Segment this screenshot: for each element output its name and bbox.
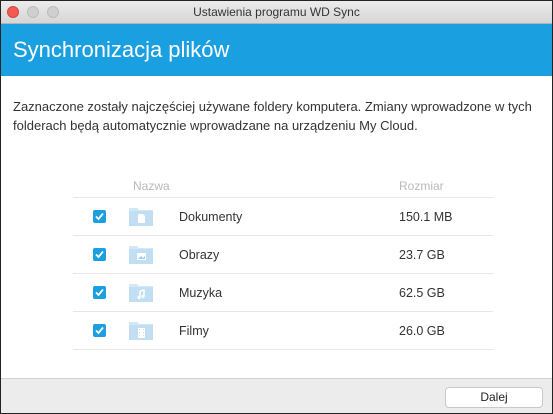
folder-checkbox[interactable]: [93, 210, 106, 223]
folder-name: Muzyka: [179, 286, 223, 300]
table-header: Nazwa Rozmiar: [73, 173, 493, 198]
intro-text: Zaznaczone zostały najczęściej używane f…: [13, 99, 532, 133]
checkmark-icon: [95, 250, 104, 259]
film-folder-icon: [129, 322, 153, 340]
folder-name: Filmy: [179, 324, 209, 338]
window-title: Ustawienia programu WD Sync: [193, 5, 360, 19]
folder-checkbox[interactable]: [93, 248, 106, 261]
folder-size: 23.7 GB: [399, 248, 445, 262]
document-folder-icon: [129, 208, 153, 226]
header-band: Synchronizacja plików: [1, 24, 552, 76]
folder-name: Obrazy: [179, 248, 220, 262]
page-title: Synchronizacja plików: [13, 37, 230, 62]
folder-checkbox[interactable]: [93, 286, 106, 299]
next-button[interactable]: Dalej: [445, 387, 543, 408]
image-folder-icon: [129, 246, 153, 264]
music-folder-icon: [129, 284, 153, 302]
folder-checkbox[interactable]: [93, 324, 106, 337]
checkmark-icon: [95, 288, 104, 297]
title-bar: Ustawienia programu WD Sync: [1, 1, 552, 24]
column-header-size: Rozmiar: [399, 179, 444, 193]
footer-bar: Dalej: [1, 378, 552, 413]
folder-name: Dokumenty: [179, 210, 243, 224]
folder-size: 62.5 GB: [399, 286, 445, 300]
column-header-name: Nazwa: [133, 179, 170, 193]
checkmark-icon: [95, 212, 104, 221]
app-window: Ustawienia programu WD Sync Synchronizac…: [0, 0, 553, 414]
folder-size: 150.1 MB: [399, 210, 453, 224]
checkmark-icon: [95, 326, 104, 335]
folder-size: 26.0 GB: [399, 324, 445, 338]
table-row[interactable]: Muzyka 62.5 GB: [73, 274, 493, 312]
table-row[interactable]: Obrazy 23.7 GB: [73, 236, 493, 274]
table-row[interactable]: Dokumenty 150.1 MB: [73, 198, 493, 236]
table-row[interactable]: Filmy 26.0 GB: [73, 312, 493, 350]
